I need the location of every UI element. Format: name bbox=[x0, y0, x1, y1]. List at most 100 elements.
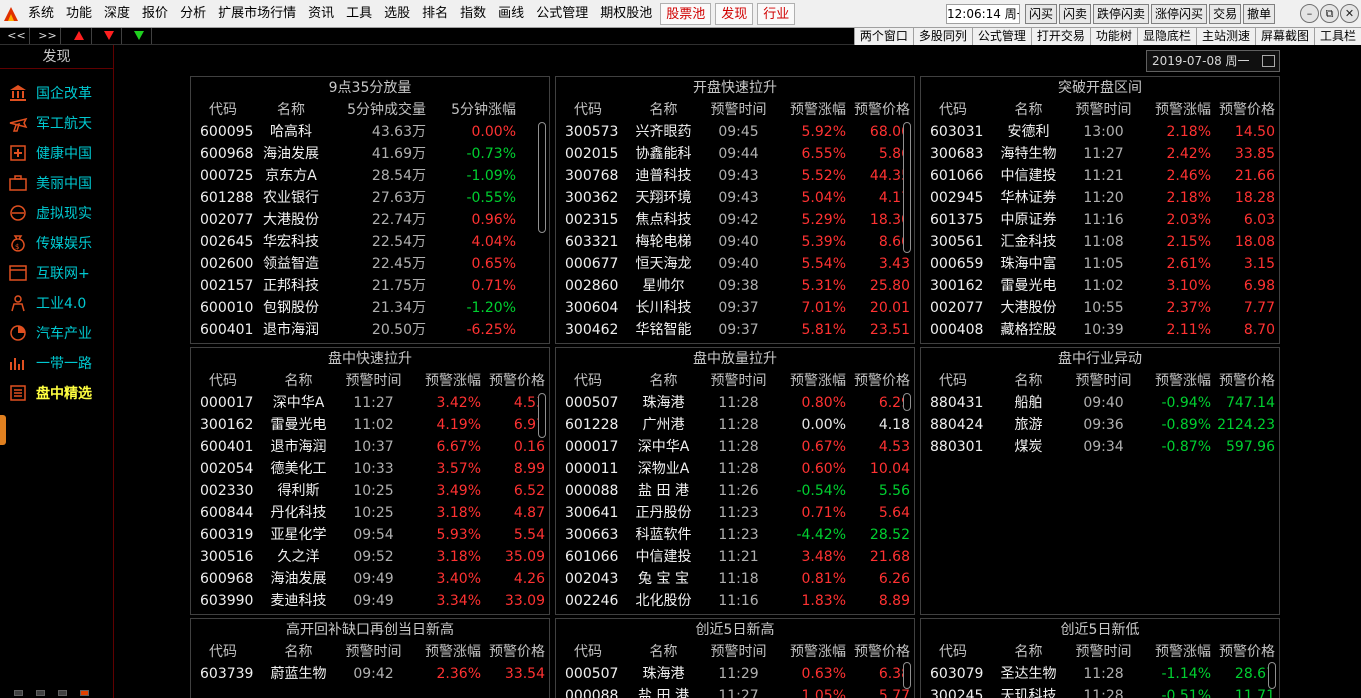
column-header[interactable]: 预警时间 bbox=[336, 641, 411, 663]
column-header[interactable]: 预警时间 bbox=[701, 641, 776, 663]
table-row[interactable]: 600401 退市海润 20.50万 -6.25% bbox=[191, 319, 549, 341]
sidebar-item[interactable]: 健康中国 bbox=[8, 140, 112, 166]
column-header[interactable]: 代码 bbox=[556, 99, 626, 121]
menu-item[interactable]: 深度 bbox=[98, 3, 136, 25]
table-row[interactable]: 002054 德美化工 10:33 3.57% 8.99 bbox=[191, 458, 549, 480]
nav-next-button[interactable]: >> bbox=[35, 28, 61, 44]
column-header[interactable]: 预警涨幅 bbox=[1141, 370, 1211, 392]
table-row[interactable]: 600844 丹化科技 10:25 3.18% 4.87 bbox=[191, 502, 549, 524]
table-row[interactable]: 600968 海油发展 41.69万 -0.73% bbox=[191, 143, 549, 165]
table-row[interactable]: 300362 天翔环境 09:43 5.04% 4.17 bbox=[556, 187, 914, 209]
table-row[interactable]: 000677 恒天海龙 09:40 5.54% 3.43 bbox=[556, 253, 914, 275]
table-row[interactable]: 300768 迪普科技 09:43 5.52% 44.35 bbox=[556, 165, 914, 187]
scrollbar[interactable] bbox=[1268, 662, 1276, 689]
table-row[interactable]: 603031 安德利 13:00 2.18% 14.50 bbox=[921, 121, 1279, 143]
table-row[interactable]: 002077 大港股份 10:55 2.37% 7.77 bbox=[921, 297, 1279, 319]
table-row[interactable]: 002077 大港股份 22.74万 0.96% bbox=[191, 209, 549, 231]
toolbar-tab[interactable]: 公式管理 bbox=[971, 28, 1031, 45]
scrollbar[interactable] bbox=[903, 122, 911, 253]
calendar-icon[interactable] bbox=[1262, 55, 1275, 67]
menu-item[interactable]: 报价 bbox=[136, 3, 174, 25]
table-row[interactable]: 002645 华宏科技 22.54万 4.04% bbox=[191, 231, 549, 253]
menu-item-highlight[interactable]: 发现 bbox=[715, 3, 754, 25]
menu-item[interactable]: 分析 bbox=[174, 3, 212, 25]
grid-icon[interactable] bbox=[58, 690, 67, 696]
table-row[interactable]: 002315 焦点科技 09:42 5.29% 18.30 bbox=[556, 209, 914, 231]
restore-icon[interactable]: ⧉ bbox=[1320, 4, 1339, 23]
menu-item[interactable]: 画线 bbox=[492, 3, 530, 25]
table-row[interactable]: 603990 麦迪科技 09:49 3.34% 33.09 bbox=[191, 590, 549, 612]
table-row[interactable]: 000507 珠海港 11:28 0.80% 6.29 bbox=[556, 392, 914, 414]
trade-button[interactable]: 闪买 bbox=[1025, 4, 1058, 24]
table-row[interactable]: 000507 珠海港 11:29 0.63% 6.38 bbox=[556, 663, 914, 685]
column-header[interactable]: 预警价格 bbox=[846, 641, 910, 663]
menu-item[interactable]: 功能 bbox=[60, 3, 98, 25]
column-header[interactable]: 预警时间 bbox=[1066, 641, 1141, 663]
table-row[interactable]: 601375 中原证券 11:16 2.03% 6.03 bbox=[921, 209, 1279, 231]
trade-button[interactable]: 涨停闪买 bbox=[1151, 4, 1208, 24]
table-row[interactable]: 000725 京东方A 28.54万 -1.09% bbox=[191, 165, 549, 187]
sidebar-item[interactable]: 互联网+ bbox=[8, 260, 112, 286]
column-header[interactable]: 代码 bbox=[191, 370, 261, 392]
minimize-icon[interactable]: – bbox=[1300, 4, 1319, 23]
table-row[interactable]: 300245 天玑科技 11:28 -0.51% 11.71 bbox=[921, 685, 1279, 698]
table-row[interactable]: 300573 兴齐眼药 09:45 5.92% 68.00 bbox=[556, 121, 914, 143]
table-row[interactable]: 600968 海油发展 09:49 3.40% 4.26 bbox=[191, 568, 549, 590]
table-row[interactable]: 000408 藏格控股 10:39 2.11% 8.70 bbox=[921, 319, 1279, 341]
nav-prev-button[interactable]: << bbox=[4, 28, 30, 44]
column-header[interactable]: 名称 bbox=[261, 99, 321, 121]
column-header[interactable]: 名称 bbox=[991, 641, 1066, 663]
column-header[interactable]: 预警涨幅 bbox=[411, 641, 481, 663]
table-row[interactable]: 002043 兔 宝 宝 11:18 0.81% 6.26 bbox=[556, 568, 914, 590]
table-row[interactable]: 601228 广州港 11:28 0.00% 4.18 bbox=[556, 414, 914, 436]
column-header[interactable]: 预警价格 bbox=[481, 370, 545, 392]
sidebar-item[interactable]: 国企改革 bbox=[8, 80, 112, 106]
table-row[interactable]: 600095 哈高科 43.63万 0.00% bbox=[191, 121, 549, 143]
sort-up-button[interactable] bbox=[66, 28, 92, 44]
table-row[interactable]: 300663 科蓝软件 11:23 -4.42% 28.52 bbox=[556, 524, 914, 546]
menu-item[interactable]: 期权股池 bbox=[594, 3, 658, 25]
scrollbar[interactable] bbox=[538, 122, 546, 233]
menu-item[interactable]: 指数 bbox=[454, 3, 492, 25]
menu-item[interactable]: 系统 bbox=[22, 3, 60, 25]
column-header[interactable]: 代码 bbox=[191, 99, 261, 121]
column-header[interactable]: 预警时间 bbox=[701, 370, 776, 392]
table-row[interactable]: 300516 久之洋 09:52 3.18% 35.09 bbox=[191, 546, 549, 568]
column-header[interactable]: 预警涨幅 bbox=[411, 370, 481, 392]
column-header[interactable]: 名称 bbox=[261, 641, 336, 663]
table-row[interactable]: 601066 中信建投 11:21 2.46% 21.66 bbox=[921, 165, 1279, 187]
trade-button[interactable]: 交易 bbox=[1209, 4, 1242, 24]
column-header[interactable]: 5分钟成交量 bbox=[321, 99, 426, 121]
sidebar-item[interactable]: 军工航天 bbox=[8, 110, 112, 136]
table-row[interactable]: 603739 蔚蓝生物 09:42 2.36% 33.54 bbox=[191, 663, 549, 685]
column-header[interactable]: 名称 bbox=[261, 370, 336, 392]
toolbar-tab[interactable]: 两个窗口 bbox=[853, 28, 913, 45]
menu-item[interactable]: 扩展市场行情 bbox=[212, 3, 302, 25]
menu-item[interactable]: 公式管理 bbox=[530, 3, 594, 25]
column-header[interactable]: 预警时间 bbox=[1066, 99, 1141, 121]
scrollbar[interactable] bbox=[903, 662, 911, 689]
menu-item[interactable]: 选股 bbox=[378, 3, 416, 25]
table-row[interactable]: 300162 雷曼光电 11:02 3.10% 6.98 bbox=[921, 275, 1279, 297]
column-header[interactable]: 预警涨幅 bbox=[1141, 641, 1211, 663]
menu-item-highlight[interactable]: 股票池 bbox=[660, 3, 712, 25]
scrollbar[interactable] bbox=[538, 393, 546, 438]
menu-item[interactable]: 工具 bbox=[340, 3, 378, 25]
column-header[interactable]: 名称 bbox=[626, 370, 701, 392]
table-row[interactable]: 002860 星帅尔 09:38 5.31% 25.80 bbox=[556, 275, 914, 297]
table-row[interactable]: 300462 华铭智能 09:37 5.81% 23.51 bbox=[556, 319, 914, 341]
table-row[interactable]: 300561 汇金科技 11:08 2.15% 18.08 bbox=[921, 231, 1279, 253]
toolbar-tab[interactable]: 打开交易 bbox=[1030, 28, 1090, 45]
column-header[interactable]: 名称 bbox=[626, 99, 701, 121]
scrollbar[interactable] bbox=[903, 393, 911, 411]
column-header[interactable]: 代码 bbox=[921, 641, 991, 663]
table-row[interactable]: 000017 深中华A 11:28 0.67% 4.53 bbox=[556, 436, 914, 458]
table-row[interactable]: 601066 中信建投 11:21 3.48% 21.68 bbox=[556, 546, 914, 568]
settings-icon[interactable] bbox=[80, 690, 89, 696]
column-header[interactable]: 5分钟涨幅 bbox=[426, 99, 516, 121]
table-row[interactable]: 880431 船舶 09:40 -0.94% 747.14 bbox=[921, 392, 1279, 414]
column-header[interactable]: 预警时间 bbox=[701, 99, 776, 121]
sidebar-item[interactable]: 汽车产业 bbox=[8, 320, 112, 346]
column-header[interactable]: 代码 bbox=[921, 370, 991, 392]
grid-icon[interactable] bbox=[36, 690, 45, 696]
